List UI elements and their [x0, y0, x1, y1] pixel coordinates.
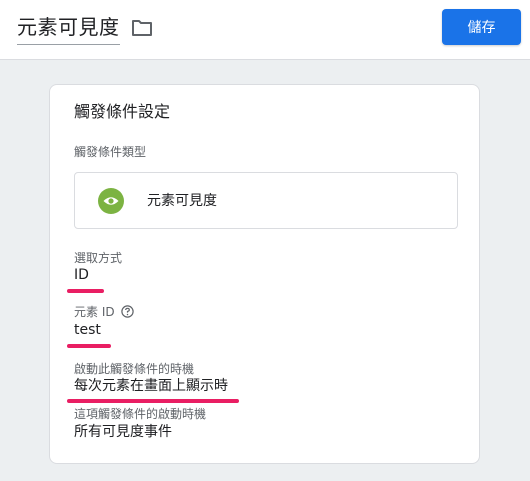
trigger-config-card[interactable]: 觸發條件設定 觸發條件類型 元素可見度 選取方式 ID 元素 ID test 啟… [49, 84, 480, 464]
trigger-type-name: 元素可見度 [147, 193, 217, 209]
selection-method-value: ID [74, 267, 89, 283]
eye-icon [98, 188, 124, 214]
card-title: 觸發條件設定 [74, 102, 171, 121]
highlight-underline [67, 344, 111, 348]
folder-icon[interactable] [131, 19, 153, 37]
top-bar: 元素可見度 儲存 [0, 0, 530, 60]
trigger-type-label: 觸發條件類型 [74, 145, 147, 159]
fire-timing-value: 每次元素在畫面上顯示時 [74, 378, 228, 394]
trigger-name-field[interactable]: 元素可見度 [17, 13, 120, 45]
element-id-value: test [74, 322, 101, 338]
trigger-type-selector[interactable]: 元素可見度 [74, 172, 458, 229]
selection-method-label: 選取方式 [74, 251, 123, 265]
help-icon[interactable] [120, 305, 134, 318]
fire-scope-value: 所有可見度事件 [74, 424, 172, 440]
fire-timing-label: 啟動此觸發條件的時機 [74, 362, 195, 376]
element-id-label: 元素 ID [74, 305, 115, 319]
highlight-underline [67, 289, 104, 293]
save-button[interactable]: 儲存 [442, 9, 521, 45]
fire-scope-label: 這項觸發條件的啟動時機 [74, 407, 207, 421]
highlight-underline [67, 399, 239, 403]
element-id-label-row: 元素 ID [74, 304, 134, 320]
